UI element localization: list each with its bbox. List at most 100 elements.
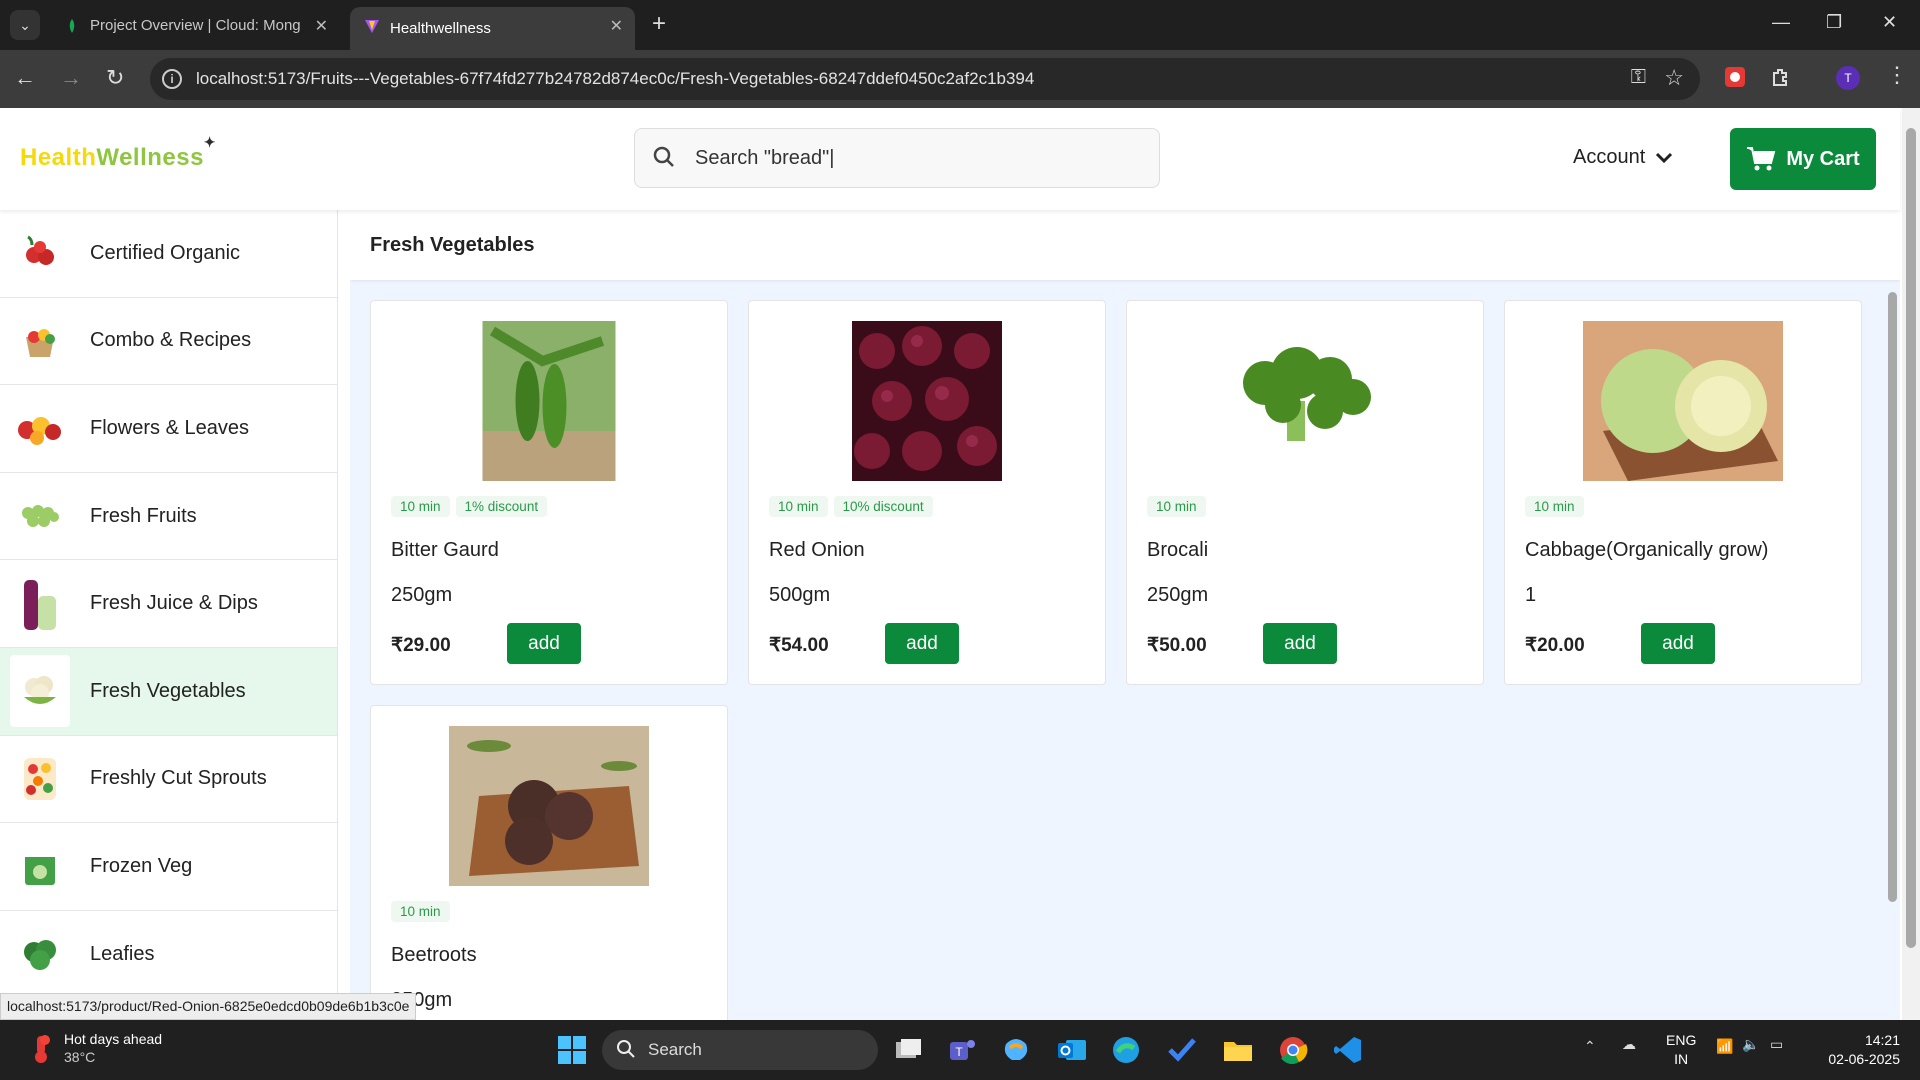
minimize-icon[interactable]: —	[1772, 12, 1790, 33]
close-icon[interactable]: ✕	[610, 16, 623, 36]
extensions-puzzle-icon[interactable]	[1770, 66, 1792, 88]
new-tab-button[interactable]: +	[652, 11, 666, 37]
close-icon[interactable]: ✕	[315, 16, 328, 36]
content-scrollbar[interactable]	[1886, 282, 1898, 1002]
extension-red-icon[interactable]	[1724, 66, 1746, 88]
taskbar-search-label: Search	[648, 1040, 702, 1059]
sidebar-item-label: Flowers & Leaves	[90, 416, 249, 439]
product-quantity: 500gm	[769, 584, 831, 606]
browser-toolbar: ← → ↻ i localhost:5173/Fruits---Vegetabl…	[0, 50, 1920, 108]
category-thumbnail	[10, 392, 70, 464]
product-card[interactable]: 10 min Beetroots 250gm	[370, 705, 728, 1020]
product-image-bitter-gourd	[482, 321, 616, 481]
reload-icon[interactable]: ↻	[106, 66, 124, 90]
thermometer-icon	[35, 1035, 50, 1063]
windows-start-icon[interactable]	[556, 1034, 588, 1066]
product-card[interactable]: 10 min 10% discount Red Onion 500gm ₹54.…	[748, 300, 1106, 685]
chevron-up-icon[interactable]: ⌃	[1584, 1038, 1596, 1055]
sidebar-item-fresh-fruits[interactable]: Fresh Fruits	[0, 473, 337, 561]
close-window-icon[interactable]: ✕	[1882, 12, 1897, 33]
bookmark-star-icon[interactable]: ☆	[1664, 65, 1684, 91]
account-dropdown[interactable]: Account	[1573, 146, 1673, 169]
copilot-icon[interactable]	[1000, 1034, 1032, 1066]
site-info-icon[interactable]: i	[162, 69, 182, 89]
cart-label: My Cart	[1786, 147, 1860, 170]
badge-row: 10 min 1% discount	[391, 496, 548, 517]
tab-title: Healthwellness	[390, 20, 491, 37]
volume-icon[interactable]: 🔈	[1742, 1036, 1759, 1053]
product-image-broccoli	[1225, 321, 1385, 481]
password-key-icon[interactable]: ⚿	[1631, 66, 1646, 89]
category-thumbnail	[10, 918, 70, 990]
product-card[interactable]: 10 min Cabbage(Organically grow) 1 ₹20.0…	[1504, 300, 1862, 685]
task-view-icon[interactable]	[892, 1034, 924, 1066]
product-price: ₹29.00	[391, 635, 451, 656]
scrollbar-thumb[interactable]	[1906, 128, 1916, 948]
system-clock[interactable]: 14:21 02-06-2025	[1810, 1031, 1900, 1069]
forward-icon[interactable]: →	[60, 66, 82, 90]
add-button[interactable]: add	[885, 623, 959, 664]
product-name: Beetroots	[391, 944, 477, 966]
product-card[interactable]: 10 min Brocali 250gm ₹50.00 add	[1126, 300, 1484, 685]
sidebar-item-label: Leafies	[90, 942, 155, 965]
delivery-time-badge: 10 min	[391, 901, 450, 922]
search-icon	[653, 146, 674, 167]
sidebar-item-certified-organic[interactable]: Certified Organic	[0, 210, 337, 298]
language-code: ENG	[1666, 1032, 1697, 1048]
sidebar-item-label: Certified Organic	[90, 241, 241, 264]
back-icon[interactable]: ←	[14, 66, 36, 90]
add-button[interactable]: add	[1263, 623, 1337, 664]
browser-tab-strip: ⌄ Project Overview | Cloud: Mong ✕ Healt…	[0, 0, 1920, 50]
teams-icon[interactable]: T	[946, 1034, 978, 1066]
sparkle-icon: ✦	[203, 134, 216, 150]
sidebar-item-label: Combo & Recipes	[90, 329, 252, 352]
site-logo[interactable]: HealthWellness ✦	[20, 134, 215, 172]
tab-healthwellness[interactable]: Healthwellness ✕	[350, 7, 635, 50]
page-scrollbar[interactable]	[1902, 108, 1920, 1020]
scrollbar-thumb[interactable]	[1888, 292, 1897, 902]
tab-project-overview[interactable]: Project Overview | Cloud: Mong ✕	[50, 7, 340, 44]
vscode-icon[interactable]	[1332, 1034, 1364, 1066]
product-quantity: 250gm	[391, 584, 453, 606]
taskbar-search[interactable]: Search	[602, 1030, 878, 1070]
sidebar-item-frozen-veg[interactable]: Frozen Veg	[0, 823, 337, 911]
restore-icon[interactable]: ❐	[1826, 12, 1842, 33]
clock-time: 14:21	[1864, 1032, 1900, 1048]
sidebar-item-leafies[interactable]: Leafies	[0, 911, 337, 999]
sidebar-item-label: Fresh Fruits	[90, 504, 197, 527]
weather-title: Hot days ahead	[64, 1031, 163, 1047]
edge-icon[interactable]	[1110, 1034, 1142, 1066]
delivery-time-badge: 10 min	[1525, 496, 1584, 517]
todo-check-icon[interactable]	[1166, 1034, 1198, 1066]
outlook-icon[interactable]	[1056, 1034, 1088, 1066]
product-listing: Fresh Vegetables 10 min 1% discount Bitt…	[350, 210, 1900, 1020]
badge-row: 10 min	[391, 901, 450, 922]
search-input[interactable]: Search "bread"|	[634, 128, 1160, 188]
product-image-red-onion	[852, 321, 1002, 481]
add-button[interactable]: add	[1641, 623, 1715, 664]
wifi-icon[interactable]: 📶	[1716, 1038, 1733, 1055]
language-indicator[interactable]: ENG IN	[1666, 1031, 1696, 1069]
chrome-icon[interactable]	[1277, 1034, 1309, 1066]
add-button[interactable]: add	[507, 623, 581, 664]
url-text: localhost:5173/Fruits---Vegetables-67f74…	[196, 69, 1035, 88]
category-thumbnail	[10, 655, 70, 728]
product-name: Red Onion	[769, 539, 865, 561]
site-header: HealthWellness ✦ Search "bread"| Account…	[0, 108, 1900, 210]
profile-avatar[interactable]: T	[1836, 66, 1860, 90]
sidebar-item-freshly-cut-sprouts[interactable]: Freshly Cut Sprouts	[0, 736, 337, 824]
my-cart-button[interactable]: My Cart	[1730, 128, 1876, 190]
menu-kebab-icon[interactable]: ⋮	[1886, 62, 1908, 88]
sidebar-item-flowers-leaves[interactable]: Flowers & Leaves	[0, 385, 337, 473]
sidebar-item-fresh-vegetables[interactable]: Fresh Vegetables	[0, 647, 337, 736]
web-page: HealthWellness ✦ Search "bread"| Account…	[0, 108, 1920, 1020]
battery-icon[interactable]: ▭	[1770, 1036, 1783, 1053]
sidebar-item-fresh-juice-dips[interactable]: Fresh Juice & Dips	[0, 560, 337, 648]
onedrive-cloud-icon[interactable]: ☁	[1622, 1036, 1636, 1053]
product-card[interactable]: 10 min 1% discount Bitter Gaurd 250gm ₹2…	[370, 300, 728, 685]
file-explorer-icon[interactable]	[1222, 1034, 1254, 1066]
product-image-beetroot	[449, 726, 649, 886]
tab-search-button[interactable]: ⌄	[10, 10, 40, 40]
address-bar[interactable]: i localhost:5173/Fruits---Vegetables-67f…	[150, 58, 1700, 100]
sidebar-item-combo-recipes[interactable]: Combo & Recipes	[0, 298, 337, 386]
